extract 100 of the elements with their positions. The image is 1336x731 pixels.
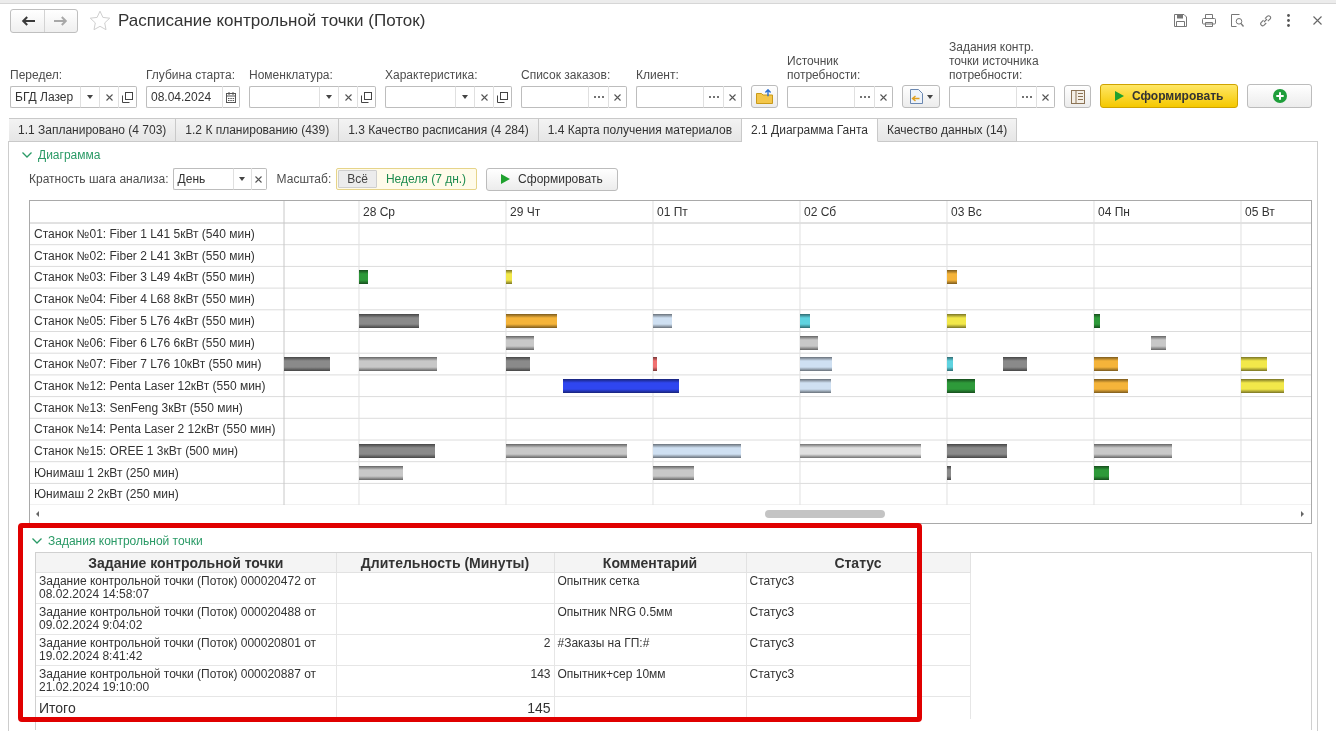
- gantt-bar[interactable]: [506, 336, 534, 350]
- select-field[interactable]: [249, 86, 319, 108]
- gantt-bar[interactable]: [359, 466, 403, 480]
- open-button[interactable]: [118, 86, 137, 108]
- panel-button[interactable]: [1064, 85, 1091, 108]
- dropdown-button[interactable]: [80, 86, 99, 108]
- gantt-bar[interactable]: [800, 336, 818, 350]
- gantt-bar[interactable]: [506, 357, 530, 371]
- generate-button[interactable]: Сформировать: [486, 167, 618, 191]
- clear-button[interactable]: [874, 86, 893, 108]
- gantt-bar[interactable]: [947, 444, 1007, 458]
- tab[interactable]: 1.4 Карта получения материалов: [538, 118, 743, 142]
- choice-button[interactable]: [588, 86, 608, 108]
- tab[interactable]: 1.2 К планированию (439): [176, 118, 340, 142]
- gantt-bar[interactable]: [800, 379, 831, 393]
- gantt-bar[interactable]: [947, 314, 966, 328]
- date-field[interactable]: 08.04.2024: [146, 86, 222, 108]
- caret-icon: [926, 94, 933, 99]
- row-label: Станок №06: Fiber 6 L76 6кВт (550 мин): [34, 335, 255, 350]
- link-icon[interactable]: [1259, 14, 1272, 27]
- clear-button[interactable]: [1036, 86, 1055, 108]
- gantt-bar[interactable]: [653, 444, 741, 458]
- save-icon[interactable]: [1174, 14, 1187, 27]
- gantt-bar[interactable]: [653, 466, 694, 480]
- section-toggle[interactable]: Задания контрольной точки: [32, 533, 203, 549]
- gantt-bar[interactable]: [947, 270, 957, 284]
- choice-button[interactable]: [1016, 86, 1036, 108]
- add-button[interactable]: [1247, 84, 1313, 108]
- calendar-button[interactable]: [222, 86, 240, 108]
- favorite-star-icon[interactable]: [89, 10, 111, 31]
- gantt-bar[interactable]: [359, 357, 437, 371]
- day-label: 29 Чт: [509, 205, 541, 219]
- document-menu-button[interactable]: [902, 85, 940, 108]
- row-label: Станок №15: OREE 1 3кВт (500 мин): [34, 444, 239, 458]
- dropdown-button[interactable]: [455, 86, 474, 108]
- open-button[interactable]: [357, 86, 376, 108]
- gantt-bar[interactable]: [947, 357, 953, 371]
- dropdown-button[interactable]: [319, 86, 338, 108]
- print-icon[interactable]: [1202, 14, 1216, 27]
- table-cell: 2: [336, 634, 554, 666]
- tab[interactable]: 1.3 Качество расписания (4 284): [339, 118, 539, 142]
- clear-button[interactable]: [608, 86, 627, 108]
- row-label: Станок №02: Fiber 2 L41 3кВт (550 мин): [34, 248, 255, 263]
- clear-button[interactable]: [99, 86, 118, 108]
- column-header: Длительность (Минуты): [336, 553, 554, 573]
- gantt-bar[interactable]: [506, 270, 512, 284]
- gantt-bar[interactable]: [1094, 357, 1118, 371]
- choice-button[interactable]: [854, 86, 874, 108]
- close-icon[interactable]: [1313, 16, 1322, 25]
- gantt-bar[interactable]: [947, 466, 951, 480]
- day-label: 04 Пн: [1097, 205, 1130, 219]
- gantt-bar[interactable]: [800, 357, 832, 371]
- folder-arrow-icon: [756, 89, 773, 104]
- gantt-bar[interactable]: [1241, 357, 1267, 371]
- input-field[interactable]: [949, 86, 1016, 108]
- gantt-bar[interactable]: [359, 270, 368, 284]
- print-preview-icon[interactable]: [1231, 14, 1244, 27]
- generate-button[interactable]: Сформировать: [1100, 84, 1239, 108]
- more-icon[interactable]: [1287, 14, 1290, 27]
- gantt-bar[interactable]: [1094, 379, 1128, 393]
- caret-icon: [87, 95, 93, 99]
- folder-button[interactable]: [751, 85, 778, 108]
- gantt-bar[interactable]: [653, 357, 657, 371]
- gantt-bar[interactable]: [1241, 379, 1284, 393]
- row-label: Станок №07: Fiber 7 L76 10кВт (550 мин): [34, 357, 262, 372]
- select-field[interactable]: День: [172, 168, 233, 190]
- select-field[interactable]: БГД Лазер: [10, 86, 80, 108]
- overlapping-squares-icon: [361, 91, 372, 103]
- clear-button[interactable]: [474, 86, 493, 108]
- gantt-bar[interactable]: [1094, 466, 1109, 480]
- row-label: Станок №05: Fiber 5 L76 4кВт (550 мин): [34, 313, 255, 328]
- scale-option[interactable]: Всё: [338, 170, 377, 188]
- gantt-bar[interactable]: [1094, 444, 1172, 458]
- gantt-bar[interactable]: [284, 357, 330, 371]
- scale-option[interactable]: Неделя (7 дн.): [376, 170, 476, 188]
- select-field[interactable]: [385, 86, 455, 108]
- gantt-bar[interactable]: [506, 444, 627, 458]
- input-field[interactable]: [787, 86, 854, 108]
- gantt-bar[interactable]: [653, 314, 672, 328]
- gantt-bar[interactable]: [947, 379, 975, 393]
- gantt-bar[interactable]: [800, 314, 810, 328]
- gantt-bar[interactable]: [1151, 336, 1166, 350]
- tab[interactable]: Качество данных (14): [877, 118, 1018, 142]
- tab[interactable]: 2.1 Диаграмма Ганта: [742, 118, 878, 142]
- gantt-bar[interactable]: [506, 314, 557, 328]
- tab[interactable]: 1.1 Запланировано (4 703): [9, 118, 177, 142]
- clear-button[interactable]: [338, 86, 357, 108]
- input-field[interactable]: [521, 86, 588, 108]
- gantt-bar[interactable]: [800, 444, 921, 458]
- gantt-bar[interactable]: [563, 379, 679, 393]
- gantt-bar[interactable]: [359, 314, 419, 328]
- clear-button[interactable]: [723, 86, 742, 108]
- gantt-bar[interactable]: [1094, 314, 1100, 328]
- scale-switch[interactable]: Всё Неделя (7 дн.): [336, 168, 478, 190]
- input-field[interactable]: [636, 86, 703, 108]
- open-button[interactable]: [493, 86, 512, 108]
- choice-button[interactable]: [703, 86, 723, 108]
- gantt-bar[interactable]: [1003, 357, 1027, 371]
- section-toggle[interactable]: Диаграмма: [22, 147, 101, 163]
- gantt-bar[interactable]: [359, 444, 435, 458]
